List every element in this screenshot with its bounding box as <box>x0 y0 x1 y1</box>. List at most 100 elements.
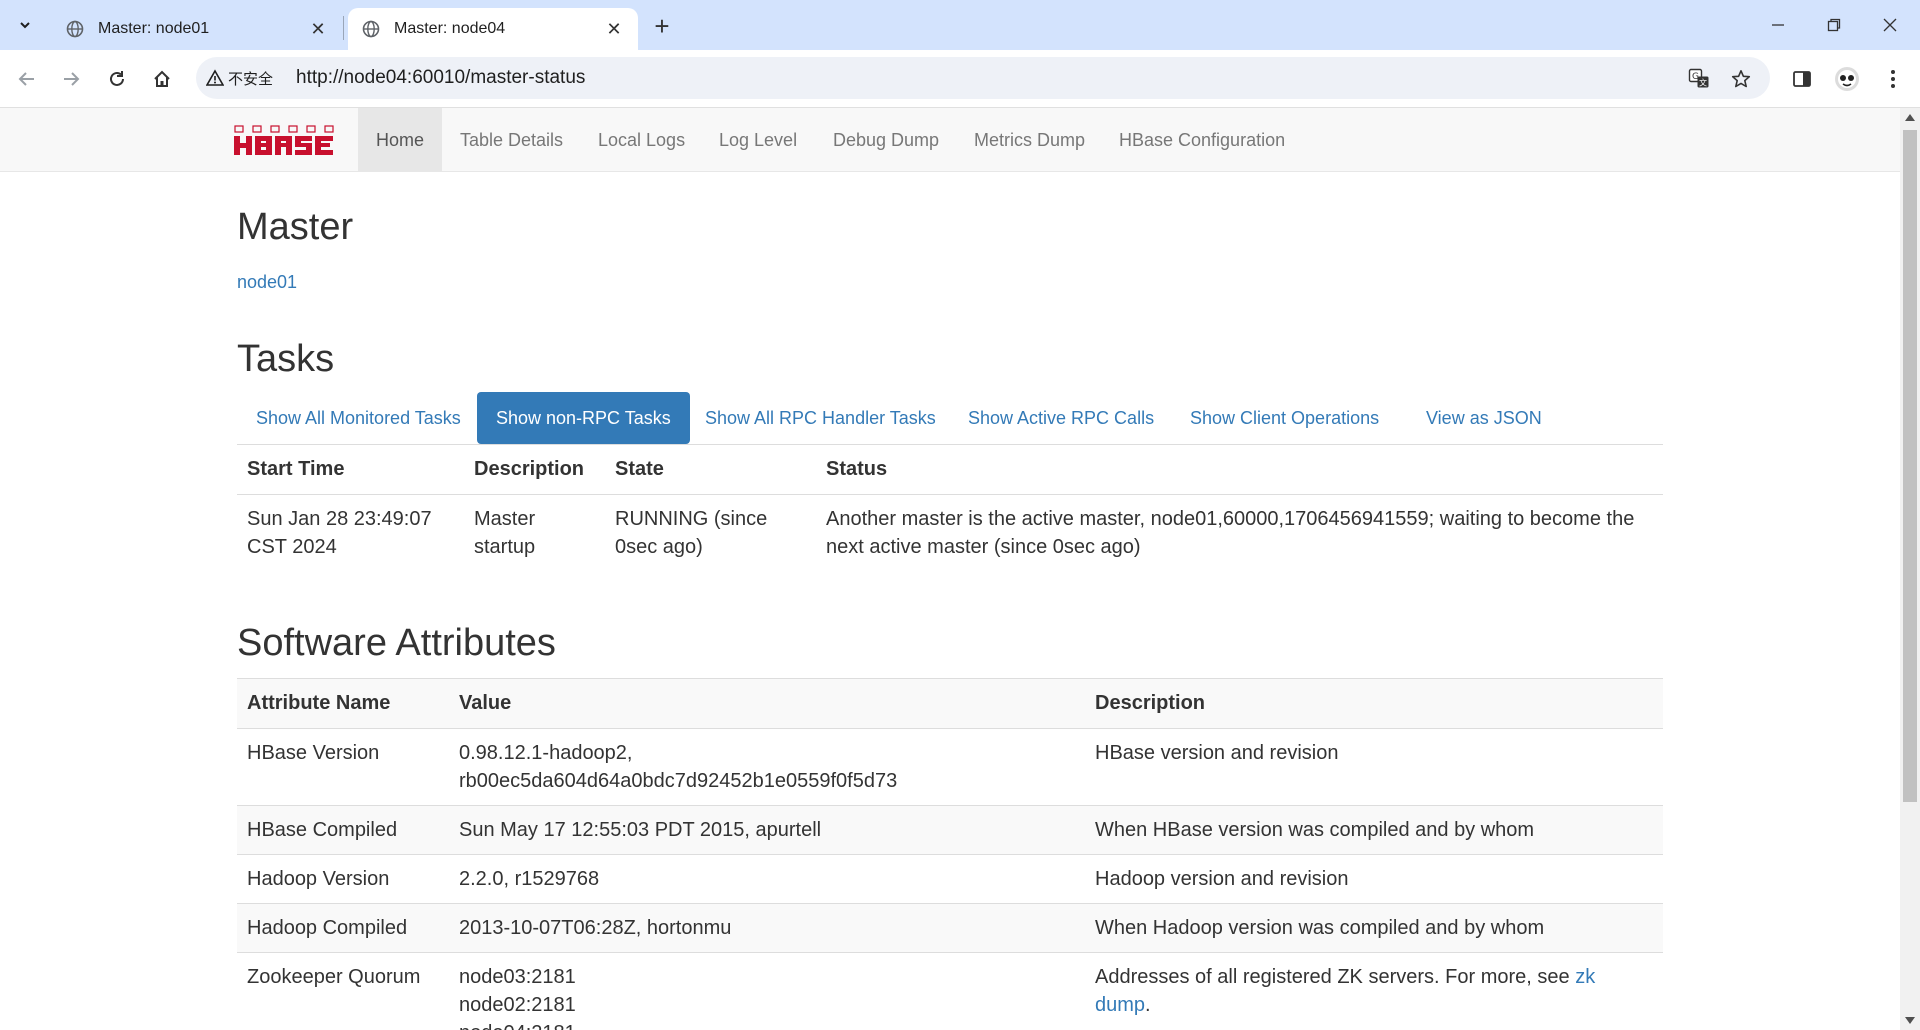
nav-hbase-configuration[interactable]: HBase Configuration <box>1101 108 1303 172</box>
attribute-description: HBase version and revision <box>1085 728 1663 806</box>
chevron-down-icon <box>20 22 30 29</box>
close-icon[interactable]: ✕ <box>604 19 624 39</box>
table-row: Hadoop Compiled 2013-10-07T06:28Z, horto… <box>237 903 1663 953</box>
browser-tabstrip: Master: node01 ✕ Master: node04 ✕ + <box>0 0 1920 50</box>
table-row: HBase Version 0.98.12.1-hadoop2, rb00ec5… <box>237 728 1663 806</box>
bookmark-star-button[interactable] <box>1728 66 1754 92</box>
nav-home[interactable]: Home <box>358 108 443 172</box>
tasks-heading: Tasks <box>237 338 335 380</box>
nav-log-level[interactable]: Log Level <box>701 108 815 172</box>
column-header: Status <box>816 444 1663 495</box>
avatar-icon <box>1835 67 1859 91</box>
zk-server: node02:2181 <box>459 994 576 1016</box>
table-header-row: Attribute Name Value Description <box>237 678 1663 729</box>
profile-button[interactable] <box>1832 64 1862 94</box>
address-bar[interactable]: 不安全 http://node04:60010/master-status G文 <box>196 57 1770 99</box>
side-panel-icon <box>1793 71 1811 87</box>
new-tab-button[interactable]: + <box>648 11 676 41</box>
table-row: HBase Compiled Sun May 17 12:55:03 PDT 2… <box>237 805 1663 855</box>
column-header: Attribute Name <box>237 678 449 729</box>
tab-show-all-monitored-tasks[interactable]: Show All Monitored Tasks <box>237 392 480 444</box>
browser-toolbar: 不安全 http://node04:60010/master-status G文 <box>0 50 1920 108</box>
arrow-left-icon <box>18 72 34 86</box>
scroll-up-arrow-icon[interactable] <box>1905 114 1915 121</box>
attribute-value: 2.2.0, r1529768 <box>449 854 1085 904</box>
tab-view-as-json[interactable]: View as JSON <box>1407 392 1561 444</box>
tasks-table: Start Time Description State Status Sun … <box>237 444 1663 571</box>
back-button[interactable] <box>12 64 42 94</box>
attribute-description: Addresses of all registered ZK servers. … <box>1085 952 1663 1030</box>
tab-show-all-rpc-handler-tasks[interactable]: Show All RPC Handler Tasks <box>686 392 955 444</box>
software-attributes-table: Attribute Name Value Description HBase V… <box>237 678 1663 1030</box>
attribute-name: Hadoop Version <box>237 854 449 904</box>
table-header-row: Start Time Description State Status <box>237 444 1663 495</box>
table-row: Hadoop Version 2.2.0, r1529768 Hadoop ve… <box>237 854 1663 904</box>
attribute-description: Hadoop version and revision <box>1085 854 1663 904</box>
page-title: Master <box>237 206 354 248</box>
more-vertical-icon <box>1891 70 1895 88</box>
security-indicator[interactable]: 不安全 <box>206 66 273 90</box>
close-icon <box>1883 18 1897 32</box>
tab-search-button[interactable] <box>10 10 40 40</box>
restore-icon <box>1827 18 1841 32</box>
column-header: State <box>605 444 816 495</box>
nav-metrics-dump[interactable]: Metrics Dump <box>956 108 1103 172</box>
hbase-logo-icon <box>234 125 334 155</box>
zk-server: node04:2181 <box>459 1019 1075 1030</box>
page-viewport: Home Table Details Local Logs Log Level … <box>0 108 1900 1030</box>
home-button[interactable] <box>147 64 177 94</box>
hbase-navbar: Home Table Details Local Logs Log Level … <box>0 108 1900 172</box>
translate-button[interactable]: G文 <box>1686 66 1712 92</box>
task-start-time: Sun Jan 28 23:49:07 CST 2024 <box>237 494 464 571</box>
attribute-description: When Hadoop version was compiled and by … <box>1085 903 1663 953</box>
attribute-value: 0.98.12.1-hadoop2, rb00ec5da604d64a0bdc7… <box>449 728 1085 806</box>
reload-button[interactable] <box>102 64 132 94</box>
arrow-right-icon <box>64 72 80 86</box>
table-row: Zookeeper Quorum node03:2181 node02:2181… <box>237 952 1663 1030</box>
minimize-button[interactable] <box>1750 0 1806 50</box>
active-master-link[interactable]: node01 <box>237 272 297 293</box>
zk-server: node03:2181 <box>459 966 576 988</box>
security-label: 不安全 <box>228 70 274 88</box>
tab-master-node01[interactable]: Master: node01 ✕ <box>52 8 342 50</box>
star-icon <box>1731 70 1751 88</box>
column-header: Description <box>464 444 605 495</box>
attribute-name: HBase Version <box>237 728 449 806</box>
minimize-icon <box>1772 24 1784 26</box>
tab-show-client-operations[interactable]: Show Client Operations <box>1171 392 1398 444</box>
column-header: Value <box>449 678 1085 729</box>
window-close-button[interactable] <box>1862 0 1918 50</box>
task-status: Another master is the active master, nod… <box>816 494 1663 571</box>
warning-icon <box>206 69 224 86</box>
tab-title: Master: node01 <box>98 20 210 37</box>
tab-master-node04[interactable]: Master: node04 ✕ <box>348 8 638 50</box>
restore-button[interactable] <box>1806 0 1862 50</box>
nav-debug-dump[interactable]: Debug Dump <box>815 108 957 172</box>
column-header: Description <box>1085 678 1663 729</box>
attribute-name: Zookeeper Quorum <box>237 952 449 1030</box>
attribute-value: Sun May 17 12:55:03 PDT 2015, apurtell <box>449 805 1085 855</box>
zk-description-suffix: . <box>1145 994 1151 1016</box>
attribute-value: 2013-10-07T06:28Z, hortonmu <box>449 903 1085 953</box>
close-icon[interactable]: ✕ <box>308 19 328 39</box>
table-row: Sun Jan 28 23:49:07 CST 2024 Master star… <box>237 494 1663 571</box>
nav-local-logs[interactable]: Local Logs <box>580 108 703 172</box>
browser-menu-button[interactable] <box>1878 64 1908 94</box>
scroll-down-arrow-icon[interactable] <box>1905 1017 1915 1024</box>
globe-icon <box>362 20 380 38</box>
svg-text:文: 文 <box>1699 78 1707 88</box>
tab-separator <box>343 16 344 40</box>
task-state: RUNNING (since 0sec ago) <box>605 494 816 571</box>
url-text[interactable]: http://node04:60010/master-status <box>296 67 585 89</box>
forward-button[interactable] <box>56 64 86 94</box>
nav-table-details[interactable]: Table Details <box>442 108 581 172</box>
hbase-logo[interactable] <box>234 124 338 156</box>
attribute-name: Hadoop Compiled <box>237 903 449 953</box>
tab-show-non-rpc-tasks[interactable]: Show non-RPC Tasks <box>477 392 690 444</box>
side-panel-button[interactable] <box>1787 64 1817 94</box>
page-scrollbar[interactable] <box>1900 108 1920 1030</box>
scrollbar-thumb[interactable] <box>1903 130 1917 802</box>
tab-show-active-rpc-calls[interactable]: Show Active RPC Calls <box>949 392 1173 444</box>
column-header: Start Time <box>237 444 464 495</box>
task-description: Master startup <box>464 494 605 571</box>
